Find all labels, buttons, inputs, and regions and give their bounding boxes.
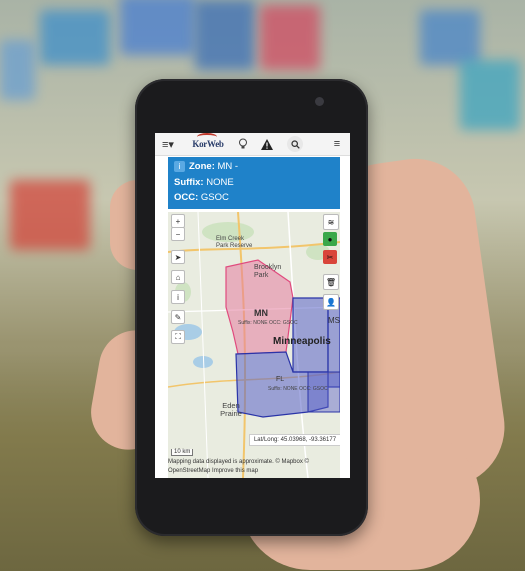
zone-sub-mn: Suffix: NONE OCC: GSOC (238, 320, 298, 326)
map-label-eden-prairie: Eden Prairie (220, 401, 242, 418)
background-flag (460, 60, 520, 130)
map-label-elm-creek: Elm Creek Park Reserve (216, 236, 253, 249)
attribution-line-2[interactable]: OpenStreetMap Improve this map (168, 467, 340, 476)
map-scale: 10 km (171, 449, 194, 456)
background-flag (260, 5, 320, 70)
info-icon[interactable]: i (174, 161, 185, 172)
occ-label: OCC: (174, 192, 199, 203)
map-view[interactable]: + − ➤ ⌂ i ✎ ⛶ ≋ ● ✂ 🗑 👤 Elm Creek Park R… (168, 212, 340, 478)
hamburger-icon[interactable]: ≡ (329, 136, 345, 152)
map-label-minneapolis: Minneapolis (273, 336, 331, 347)
locate-icon[interactable]: ➤ (171, 250, 185, 264)
logo-arc (197, 133, 217, 141)
trash-icon[interactable]: 🗑 (323, 274, 339, 290)
cut-icon[interactable]: ✂ (323, 250, 337, 264)
map-label-brooklyn-park: Brooklyn Park (254, 264, 282, 279)
occ-row: OCC: GSOC (174, 192, 229, 203)
app-logo[interactable]: KorWeb (192, 133, 224, 152)
layers-icon[interactable]: ≋ (323, 214, 339, 230)
search-icon[interactable] (287, 136, 303, 152)
suffix-label: Suffix: (174, 177, 204, 188)
camera-dot (315, 97, 324, 106)
background-flag (420, 10, 480, 65)
fullscreen-icon[interactable]: ⛶ (171, 330, 185, 344)
background-flag (0, 40, 35, 100)
zone-info-panel: i Zone: MN - Suffix: NONE OCC: GSOC (168, 157, 340, 209)
zone-value: MN - (217, 161, 239, 173)
zone-label-ms: MS (328, 316, 340, 325)
zoom-in-button[interactable]: + (171, 214, 185, 228)
zone-sub-fl: Suffix: NONE OCC: GSOC (268, 386, 328, 392)
lightbulb-icon[interactable] (235, 136, 251, 152)
zoom-out-button[interactable]: − (171, 227, 185, 241)
background-flag (120, 0, 195, 55)
zone-label-mn: MN (254, 308, 268, 318)
suffix-row: Suffix: NONE (174, 177, 234, 188)
occ-value: GSOC (200, 192, 229, 203)
zone-row: i Zone: MN - (174, 161, 238, 172)
latlong-readout: Lat/Long: 45.03968, -93.36177 (249, 434, 340, 446)
attribution-line-1: Mapping data displayed is approximate. ©… (168, 459, 309, 465)
app-screen: ≡▾ KorWeb ≡ i Zone: MN - Suffix: NONE OCC… (155, 133, 350, 478)
ruler-icon[interactable]: ✎ (171, 310, 185, 324)
warning-icon[interactable] (259, 136, 275, 152)
background-flag (40, 10, 110, 65)
info-icon[interactable]: i (171, 290, 185, 304)
suffix-value: NONE (206, 177, 234, 188)
zone-label-fl: FL (276, 376, 285, 383)
zone-label: Zone: (189, 161, 215, 173)
user-icon[interactable]: 👤 (323, 294, 339, 310)
menu-icon[interactable]: ≡▾ (159, 136, 177, 152)
add-point-icon[interactable]: ● (323, 232, 337, 246)
home-icon[interactable]: ⌂ (171, 270, 185, 284)
top-navbar: ≡▾ KorWeb ≡ (155, 133, 350, 156)
map-attribution: Mapping data displayed is approximate. ©… (168, 458, 340, 476)
background-flag (10, 180, 90, 250)
background-flag (195, 0, 255, 70)
